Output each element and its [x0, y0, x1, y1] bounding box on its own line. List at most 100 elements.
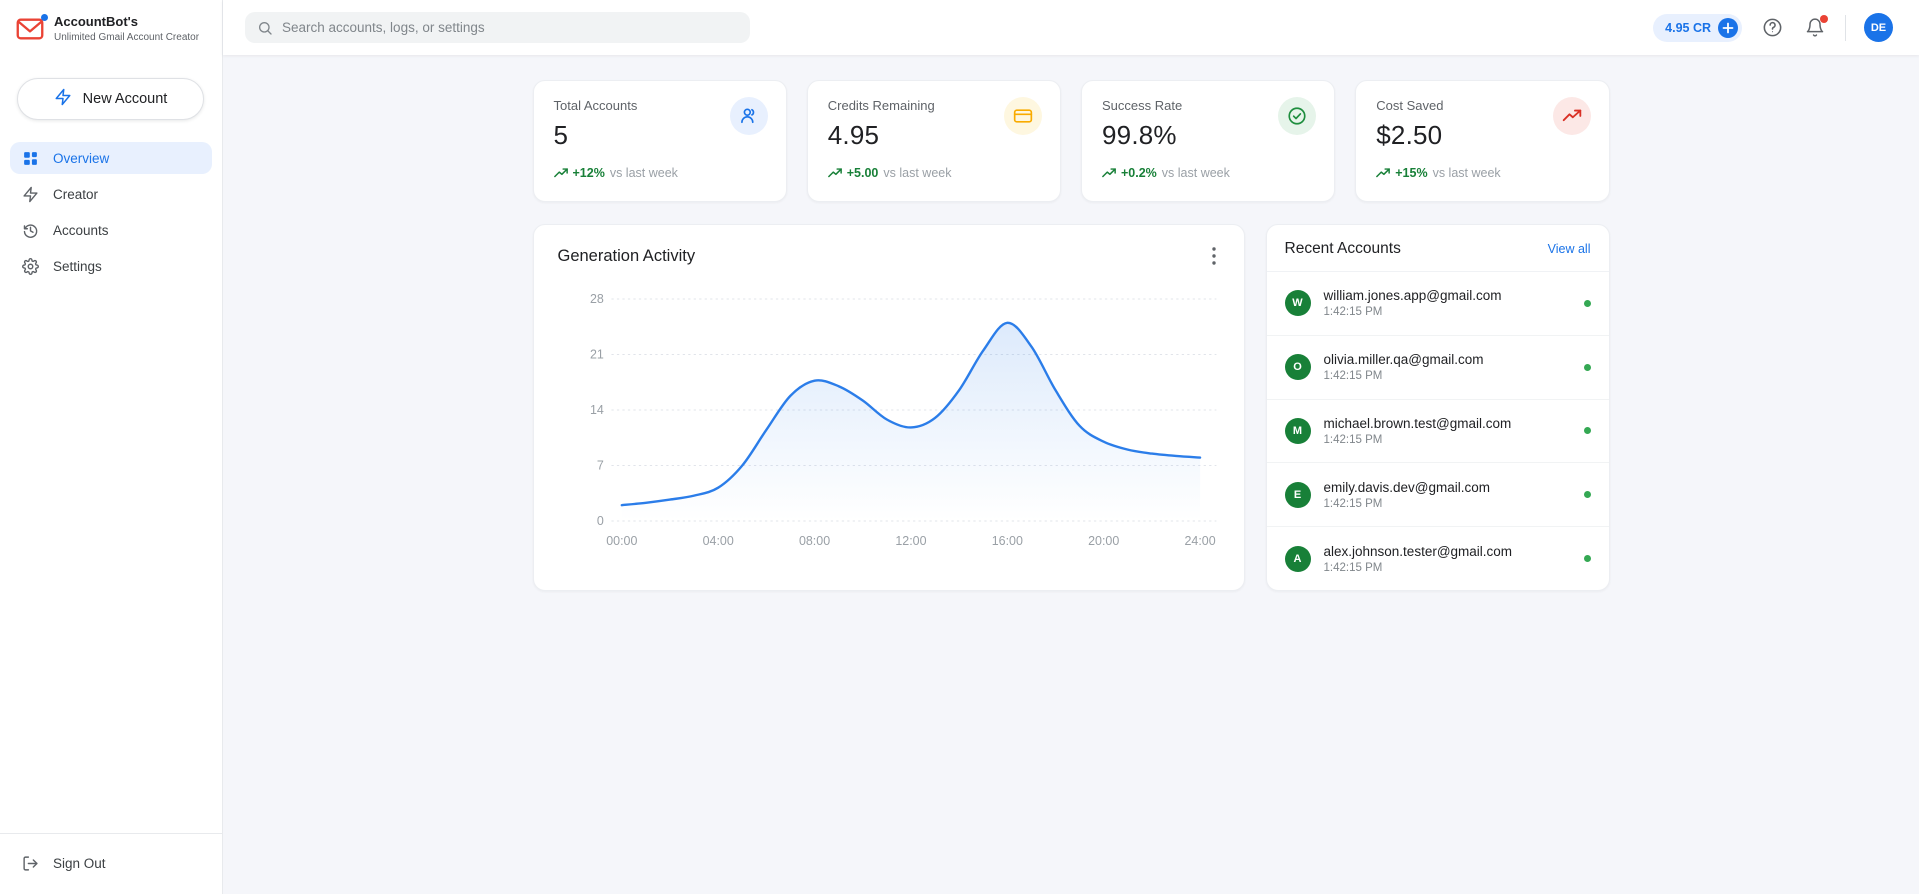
account-row[interactable]: W william.jones.app@gmail.com 1:42:15 PM	[1267, 272, 1609, 336]
help-button[interactable]	[1760, 15, 1785, 40]
sidebar-spacer	[0, 282, 222, 833]
topbar: 4.95 CR DE	[223, 0, 1919, 55]
zap-icon	[22, 186, 39, 203]
kebab-menu-icon	[1212, 247, 1216, 265]
main-area: 4.95 CR DE	[223, 0, 1919, 894]
status-dot	[1584, 300, 1591, 307]
zap-icon	[54, 88, 72, 110]
search-box	[245, 12, 750, 43]
gear-icon	[22, 258, 39, 275]
trending-up-icon	[828, 167, 842, 179]
sidebar: AccountBot's Unlimited Gmail Account Cre…	[0, 0, 223, 894]
users-icon	[730, 97, 768, 135]
stat-delta: +0.2%	[1121, 166, 1157, 180]
stat-delta-suffix: vs last week	[1162, 166, 1230, 180]
status-dot	[1584, 555, 1591, 562]
account-time: 1:42:15 PM	[1324, 562, 1513, 574]
notifications-button[interactable]	[1803, 15, 1827, 40]
account-time: 1:42:15 PM	[1324, 434, 1512, 446]
stat-card-credits-remaining: Credits Remaining 4.95 +5.00 vs last wee…	[807, 80, 1061, 202]
trending-up-icon	[1376, 167, 1390, 179]
sidebar-item-settings[interactable]: Settings	[10, 250, 212, 282]
brand-text: AccountBot's Unlimited Gmail Account Cre…	[54, 14, 199, 43]
plus-circle-icon	[1718, 18, 1738, 38]
sidebar-item-label: Accounts	[53, 223, 109, 238]
sidebar-nav: Overview Creator Accounts Settings	[0, 142, 222, 282]
credits-pill-button[interactable]: 4.95 CR	[1653, 14, 1742, 42]
envelope-icon	[16, 17, 44, 41]
brand-logo: AccountBot's Unlimited Gmail Account Cre…	[0, 0, 222, 55]
stat-delta: +15%	[1395, 166, 1427, 180]
svg-text:00:00: 00:00	[606, 534, 637, 548]
history-clock-icon	[22, 222, 39, 239]
svg-text:21: 21	[589, 347, 603, 361]
account-time: 1:42:15 PM	[1324, 306, 1502, 318]
search-icon	[257, 20, 273, 36]
account-email: alex.johnson.tester@gmail.com	[1324, 544, 1513, 559]
account-email: william.jones.app@gmail.com	[1324, 288, 1502, 303]
account-info: michael.brown.test@gmail.com 1:42:15 PM	[1324, 416, 1512, 446]
topbar-right: 4.95 CR DE	[1653, 13, 1893, 42]
sidebar-item-label: Creator	[53, 187, 98, 202]
account-row[interactable]: O olivia.miller.qa@gmail.com 1:42:15 PM	[1267, 336, 1609, 400]
sidebar-item-accounts[interactable]: Accounts	[10, 214, 212, 246]
chart-menu-button[interactable]	[1208, 243, 1220, 269]
stat-trend: +15% vs last week	[1376, 166, 1588, 180]
stat-delta-suffix: vs last week	[610, 166, 678, 180]
brand-name: AccountBot's	[54, 14, 199, 30]
stat-delta-suffix: vs last week	[1433, 166, 1501, 180]
status-dot	[1584, 491, 1591, 498]
account-avatar: M	[1285, 418, 1311, 444]
svg-text:28: 28	[589, 292, 603, 306]
app-root: AccountBot's Unlimited Gmail Account Cre…	[0, 0, 1919, 894]
recent-accounts-header: Recent Accounts View all	[1267, 225, 1609, 272]
search-input[interactable]	[282, 20, 738, 35]
brand-notification-dot	[41, 14, 48, 21]
sidebar-item-overview[interactable]: Overview	[10, 142, 212, 174]
generation-activity-chart: 0714212800:0004:0008:0012:0016:0020:0024…	[554, 271, 1224, 573]
stat-card-cost-saved: Cost Saved $2.50 +15% vs last week	[1355, 80, 1609, 202]
account-info: alex.johnson.tester@gmail.com 1:42:15 PM	[1324, 544, 1513, 574]
sidebar-item-creator[interactable]: Creator	[10, 178, 212, 210]
account-row[interactable]: E emily.davis.dev@gmail.com 1:42:15 PM	[1267, 463, 1609, 527]
user-avatar[interactable]: DE	[1864, 13, 1893, 42]
sidebar-item-label: Overview	[53, 151, 109, 166]
account-avatar: A	[1285, 546, 1311, 572]
account-row[interactable]: A alex.johnson.tester@gmail.com 1:42:15 …	[1267, 527, 1609, 590]
account-info: william.jones.app@gmail.com 1:42:15 PM	[1324, 288, 1502, 318]
chart-header: Generation Activity	[554, 243, 1224, 269]
stat-trend: +0.2% vs last week	[1102, 166, 1314, 180]
svg-text:24:00: 24:00	[1184, 534, 1215, 548]
account-email: michael.brown.test@gmail.com	[1324, 416, 1512, 431]
stat-delta: +5.00	[847, 166, 879, 180]
view-all-link[interactable]: View all	[1548, 242, 1591, 256]
stats-row: Total Accounts 5 +12% vs last week	[533, 80, 1610, 202]
check-circle-icon	[1278, 97, 1316, 135]
account-email: emily.davis.dev@gmail.com	[1324, 480, 1491, 495]
svg-text:0: 0	[596, 514, 603, 528]
account-row[interactable]: M michael.brown.test@gmail.com 1:42:15 P…	[1267, 400, 1609, 464]
trending-up-icon	[1102, 167, 1116, 179]
stat-card-total-accounts: Total Accounts 5 +12% vs last week	[533, 80, 787, 202]
stat-trend: +5.00 vs last week	[828, 166, 1040, 180]
credits-balance: 4.95 CR	[1665, 21, 1711, 35]
sign-out-button[interactable]: Sign Out	[10, 846, 212, 880]
brand-tagline: Unlimited Gmail Account Creator	[54, 31, 199, 44]
account-avatar: O	[1285, 354, 1311, 380]
account-email: olivia.miller.qa@gmail.com	[1324, 352, 1484, 367]
account-avatar: W	[1285, 290, 1311, 316]
svg-text:08:00: 08:00	[798, 534, 829, 548]
status-dot	[1584, 364, 1591, 371]
account-info: olivia.miller.qa@gmail.com 1:42:15 PM	[1324, 352, 1484, 382]
recent-accounts-title: Recent Accounts	[1285, 240, 1401, 258]
trending-up-icon	[554, 167, 568, 179]
sign-out-label: Sign Out	[53, 856, 106, 871]
topbar-divider	[1845, 15, 1846, 41]
question-circle-icon	[1762, 17, 1783, 38]
new-account-button[interactable]: New Account	[17, 78, 204, 120]
account-time: 1:42:15 PM	[1324, 370, 1484, 382]
stat-trend: +12% vs last week	[554, 166, 766, 180]
content-area: Total Accounts 5 +12% vs last week	[223, 55, 1919, 894]
svg-text:14: 14	[589, 403, 603, 417]
generation-activity-card: Generation Activity	[533, 224, 1245, 591]
